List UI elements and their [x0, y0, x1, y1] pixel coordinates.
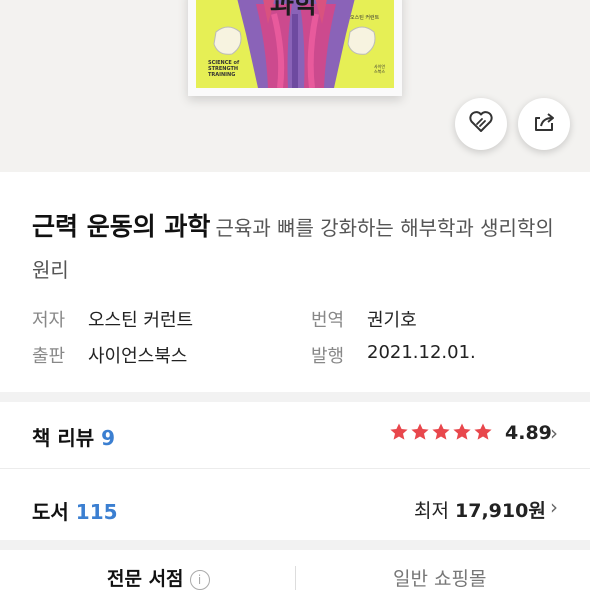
- share-icon: [531, 110, 557, 138]
- translator-value[interactable]: 권기호: [367, 306, 417, 332]
- published-label: 발행: [311, 346, 345, 367]
- like-button[interactable]: [455, 98, 507, 150]
- star-icon: [432, 423, 450, 440]
- section-divider: [0, 392, 590, 402]
- rating-stars: [389, 422, 493, 442]
- stores-count: 115: [75, 500, 118, 524]
- star-icon: [390, 423, 408, 440]
- lowest-price-label: 최저: [414, 500, 449, 522]
- published-value: 2021.12.01.: [367, 342, 476, 363]
- share-button[interactable]: [518, 98, 570, 150]
- review-count: 9: [101, 426, 116, 450]
- chevron-right-icon[interactable]: ›: [550, 421, 558, 445]
- tab-general-mall[interactable]: 일반 쇼핑몰: [393, 564, 486, 590]
- review-row[interactable]: 책 리뷰 9: [32, 422, 115, 451]
- star-icon: [411, 423, 429, 440]
- book-hero: 과학 SCIENCE of STRENGTH TRAINING 오스틴 커런트 …: [0, 0, 590, 172]
- publisher-value[interactable]: 사이언스북스: [88, 342, 187, 368]
- book-title: 근력 운동의 과학: [32, 212, 211, 241]
- review-label: 책 리뷰: [32, 426, 95, 450]
- cover-title: 과학: [270, 0, 318, 20]
- cover-publisher: 사이언스북스: [374, 64, 386, 74]
- tab-specialty-label: 전문 서점: [107, 568, 184, 590]
- info-icon[interactable]: i: [189, 569, 210, 590]
- rating-value: 4.89: [505, 422, 552, 444]
- cover-author: 오스틴 커런트: [350, 15, 380, 21]
- star-icon: [474, 423, 492, 440]
- stores-label: 도서: [32, 500, 69, 524]
- row-divider: [0, 468, 590, 469]
- star-icon: [453, 423, 471, 440]
- publisher-label: 출판: [32, 346, 66, 367]
- stores-row[interactable]: 도서 115: [32, 496, 118, 525]
- translator-label: 번역: [311, 310, 345, 331]
- lowest-price[interactable]: 최저 17,910원: [414, 496, 546, 523]
- chevron-right-icon[interactable]: ›: [550, 495, 558, 519]
- tab-specialty-bookstore[interactable]: 전문 서점 i: [107, 564, 210, 590]
- cover-art: 과학 SCIENCE of STRENGTH TRAINING 오스틴 커런트 …: [196, 0, 394, 88]
- author-value[interactable]: 오스틴 커런트: [88, 306, 193, 332]
- book-title-block: 근력 운동의 과학 근육과 뼈를 강화하는 해부학과 생리학의 원리: [32, 207, 572, 292]
- heart-icon: [468, 110, 494, 138]
- cover-subtitle: SCIENCE of STRENGTH TRAINING: [208, 60, 240, 78]
- section-divider: [0, 540, 590, 550]
- tab-separator: [295, 566, 296, 590]
- book-cover[interactable]: 과학 SCIENCE of STRENGTH TRAINING 오스틴 커런트 …: [188, 0, 402, 96]
- lowest-price-value: 17,910원: [455, 500, 546, 522]
- author-label: 저자: [32, 310, 66, 331]
